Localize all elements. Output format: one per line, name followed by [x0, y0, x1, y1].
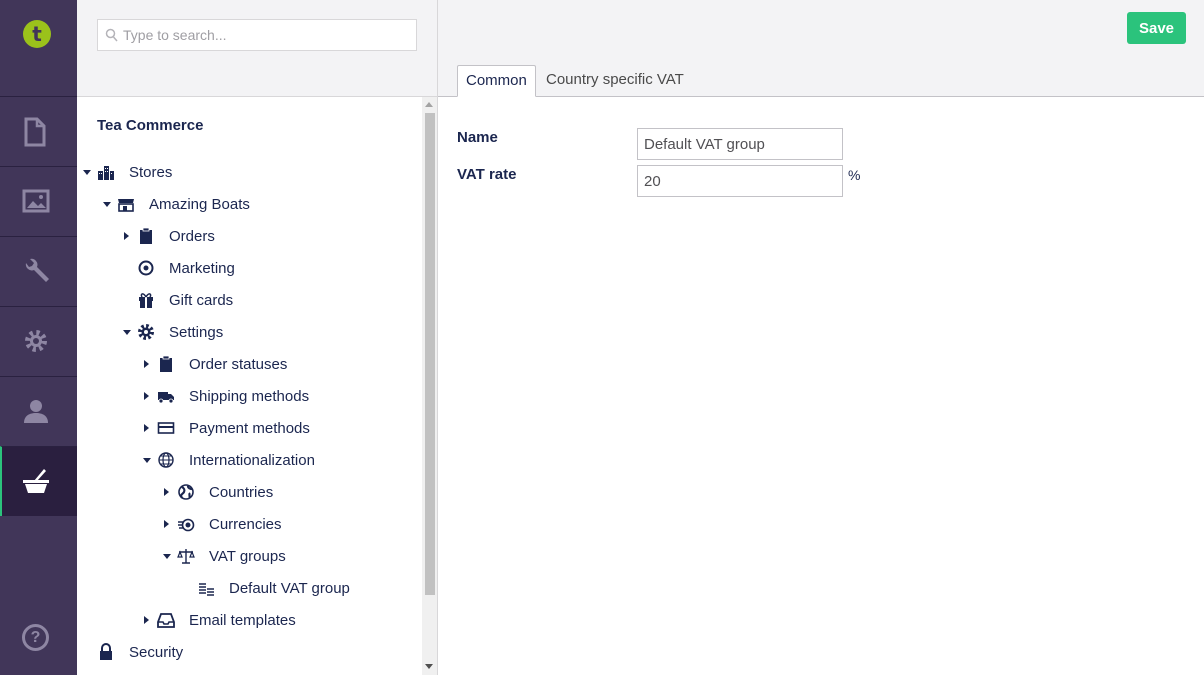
tree-item-email-templates[interactable]: Email templates [143, 609, 403, 633]
editor-panel: Save Common Country specific VAT Name VA… [438, 0, 1204, 675]
expand-caret-icon[interactable] [124, 232, 129, 240]
tree-item-orders[interactable]: Orders [123, 225, 403, 249]
tree-item-amazing-boats[interactable]: Amazing Boats [103, 193, 403, 217]
section-members[interactable] [0, 376, 77, 446]
tree-item-label: Orders [169, 228, 215, 245]
earth-icon [178, 484, 194, 500]
tree-item-label: Amazing Boats [149, 196, 250, 213]
scales-icon [177, 549, 195, 564]
section-commerce[interactable] [0, 446, 77, 516]
tree-scrollbar[interactable] [422, 97, 437, 675]
tree-item-security[interactable]: Security [83, 641, 403, 665]
clipboard-icon [140, 227, 152, 244]
percent-unit: % [848, 167, 861, 183]
tab-common[interactable]: Common [457, 65, 536, 97]
settings-icon [25, 330, 47, 352]
commerce-icon [23, 469, 49, 493]
tree-item-label: Default VAT group [229, 580, 350, 597]
section-developer[interactable] [0, 236, 77, 306]
tree-header [77, 0, 437, 97]
tree-item-countries[interactable]: Countries [163, 481, 403, 505]
tree-item-label: Currencies [209, 516, 282, 533]
tree-item-vat-groups[interactable]: VAT groups [163, 545, 403, 569]
logo[interactable]: t [23, 20, 51, 48]
search-icon [105, 28, 118, 42]
expand-caret-icon[interactable] [164, 488, 169, 496]
lock-icon [100, 643, 112, 660]
scroll-down-arrow-icon[interactable] [425, 664, 433, 669]
scroll-up-arrow-icon[interactable] [425, 102, 433, 107]
store-icon [118, 199, 134, 212]
inbox-icon [157, 613, 175, 628]
expand-caret-icon[interactable] [103, 202, 111, 207]
tab-country-specific-vat[interactable]: Country specific VAT [538, 65, 692, 97]
tree-item-label: Payment methods [189, 420, 310, 437]
expand-caret-icon[interactable] [123, 330, 131, 335]
tree-item-shipping-methods[interactable]: Shipping methods [143, 385, 403, 409]
credit-card-icon [157, 422, 175, 434]
tree-item-internationalization[interactable]: Internationalization [143, 449, 403, 473]
clipboard-icon [160, 355, 172, 372]
expand-caret-icon[interactable] [164, 520, 169, 528]
section-settings[interactable] [0, 306, 77, 376]
search-box[interactable] [97, 19, 417, 51]
expand-caret-icon[interactable] [144, 616, 149, 624]
coins-icon [178, 518, 195, 532]
gift-icon [139, 293, 153, 308]
coin-stack-icon [199, 583, 214, 596]
expand-caret-icon[interactable] [163, 554, 171, 559]
editor-header: Save Common Country specific VAT [438, 0, 1204, 97]
tree-item-label: VAT groups [209, 548, 286, 565]
target-icon [138, 260, 154, 276]
save-button[interactable]: Save [1127, 12, 1186, 44]
scrollbar-thumb[interactable] [425, 113, 435, 595]
search-input[interactable] [123, 25, 403, 45]
tree-item-payment-methods[interactable]: Payment methods [143, 417, 403, 441]
tree-item-gift-cards[interactable]: Gift cards [123, 289, 403, 313]
members-icon [24, 400, 48, 423]
expand-caret-icon[interactable] [83, 170, 91, 175]
section-content[interactable] [0, 96, 77, 166]
developer-icon [25, 258, 49, 282]
vat-rate-label: VAT rate [457, 166, 517, 183]
help-icon[interactable]: ? [22, 624, 49, 651]
tree-item-stores[interactable]: Stores [83, 161, 403, 185]
tree-item-label: Settings [169, 324, 224, 341]
tree-item-label: Security [129, 644, 184, 661]
tree-item-default-vat-group[interactable]: Default VAT group [183, 577, 403, 601]
tree-item-label: Email templates [189, 612, 296, 629]
tree-item-marketing[interactable]: Marketing [123, 257, 403, 281]
tree-root-title[interactable]: Tea Commerce [97, 117, 203, 134]
gear-icon [138, 324, 154, 340]
tree-item-label: Marketing [169, 260, 235, 277]
tree-item-order-statuses[interactable]: Order statuses [143, 353, 403, 377]
tree-panel: Tea Commerce Stores Amazing Boats Orders… [77, 0, 438, 675]
tree-item-label: Order statuses [189, 356, 288, 373]
section-media[interactable] [0, 166, 77, 236]
expand-caret-icon[interactable] [143, 458, 151, 463]
truck-icon [158, 392, 174, 404]
tree-item-label: Countries [209, 484, 274, 501]
name-field[interactable] [637, 128, 843, 160]
section-rail: t ? [0, 0, 77, 675]
expand-caret-icon[interactable] [144, 424, 149, 432]
vat-rate-field[interactable] [637, 165, 843, 197]
tree-item-label: Gift cards [169, 292, 234, 309]
content-icon [24, 117, 46, 147]
expand-caret-icon[interactable] [144, 392, 149, 400]
tree-item-currencies[interactable]: Currencies [163, 513, 403, 537]
tree-item-label: Shipping methods [189, 388, 310, 405]
name-label: Name [457, 129, 498, 146]
expand-caret-icon[interactable] [144, 360, 149, 368]
tree-item-label: Stores [129, 164, 173, 181]
tree-item-label: Internationalization [189, 452, 315, 469]
tree-item-settings[interactable]: Settings [123, 321, 403, 345]
media-icon [22, 189, 50, 213]
globe-icon [158, 452, 174, 468]
stores-icon [98, 166, 114, 180]
